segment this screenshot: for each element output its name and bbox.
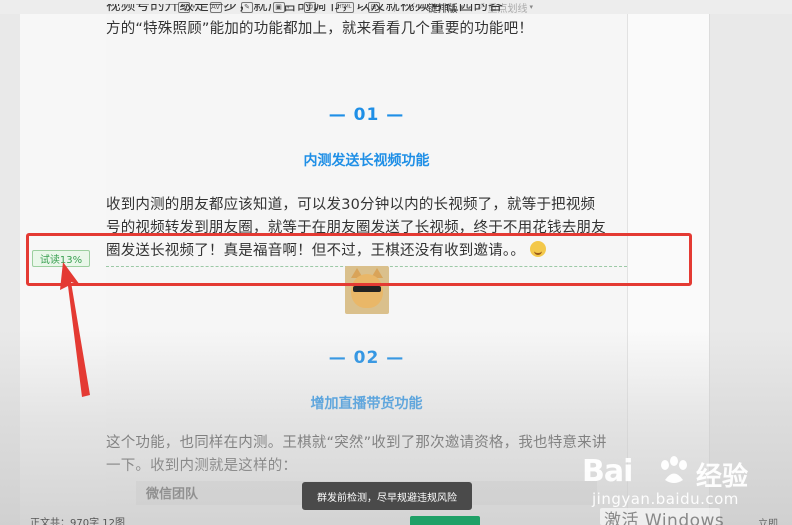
red-arrow-annotation xyxy=(60,262,90,397)
